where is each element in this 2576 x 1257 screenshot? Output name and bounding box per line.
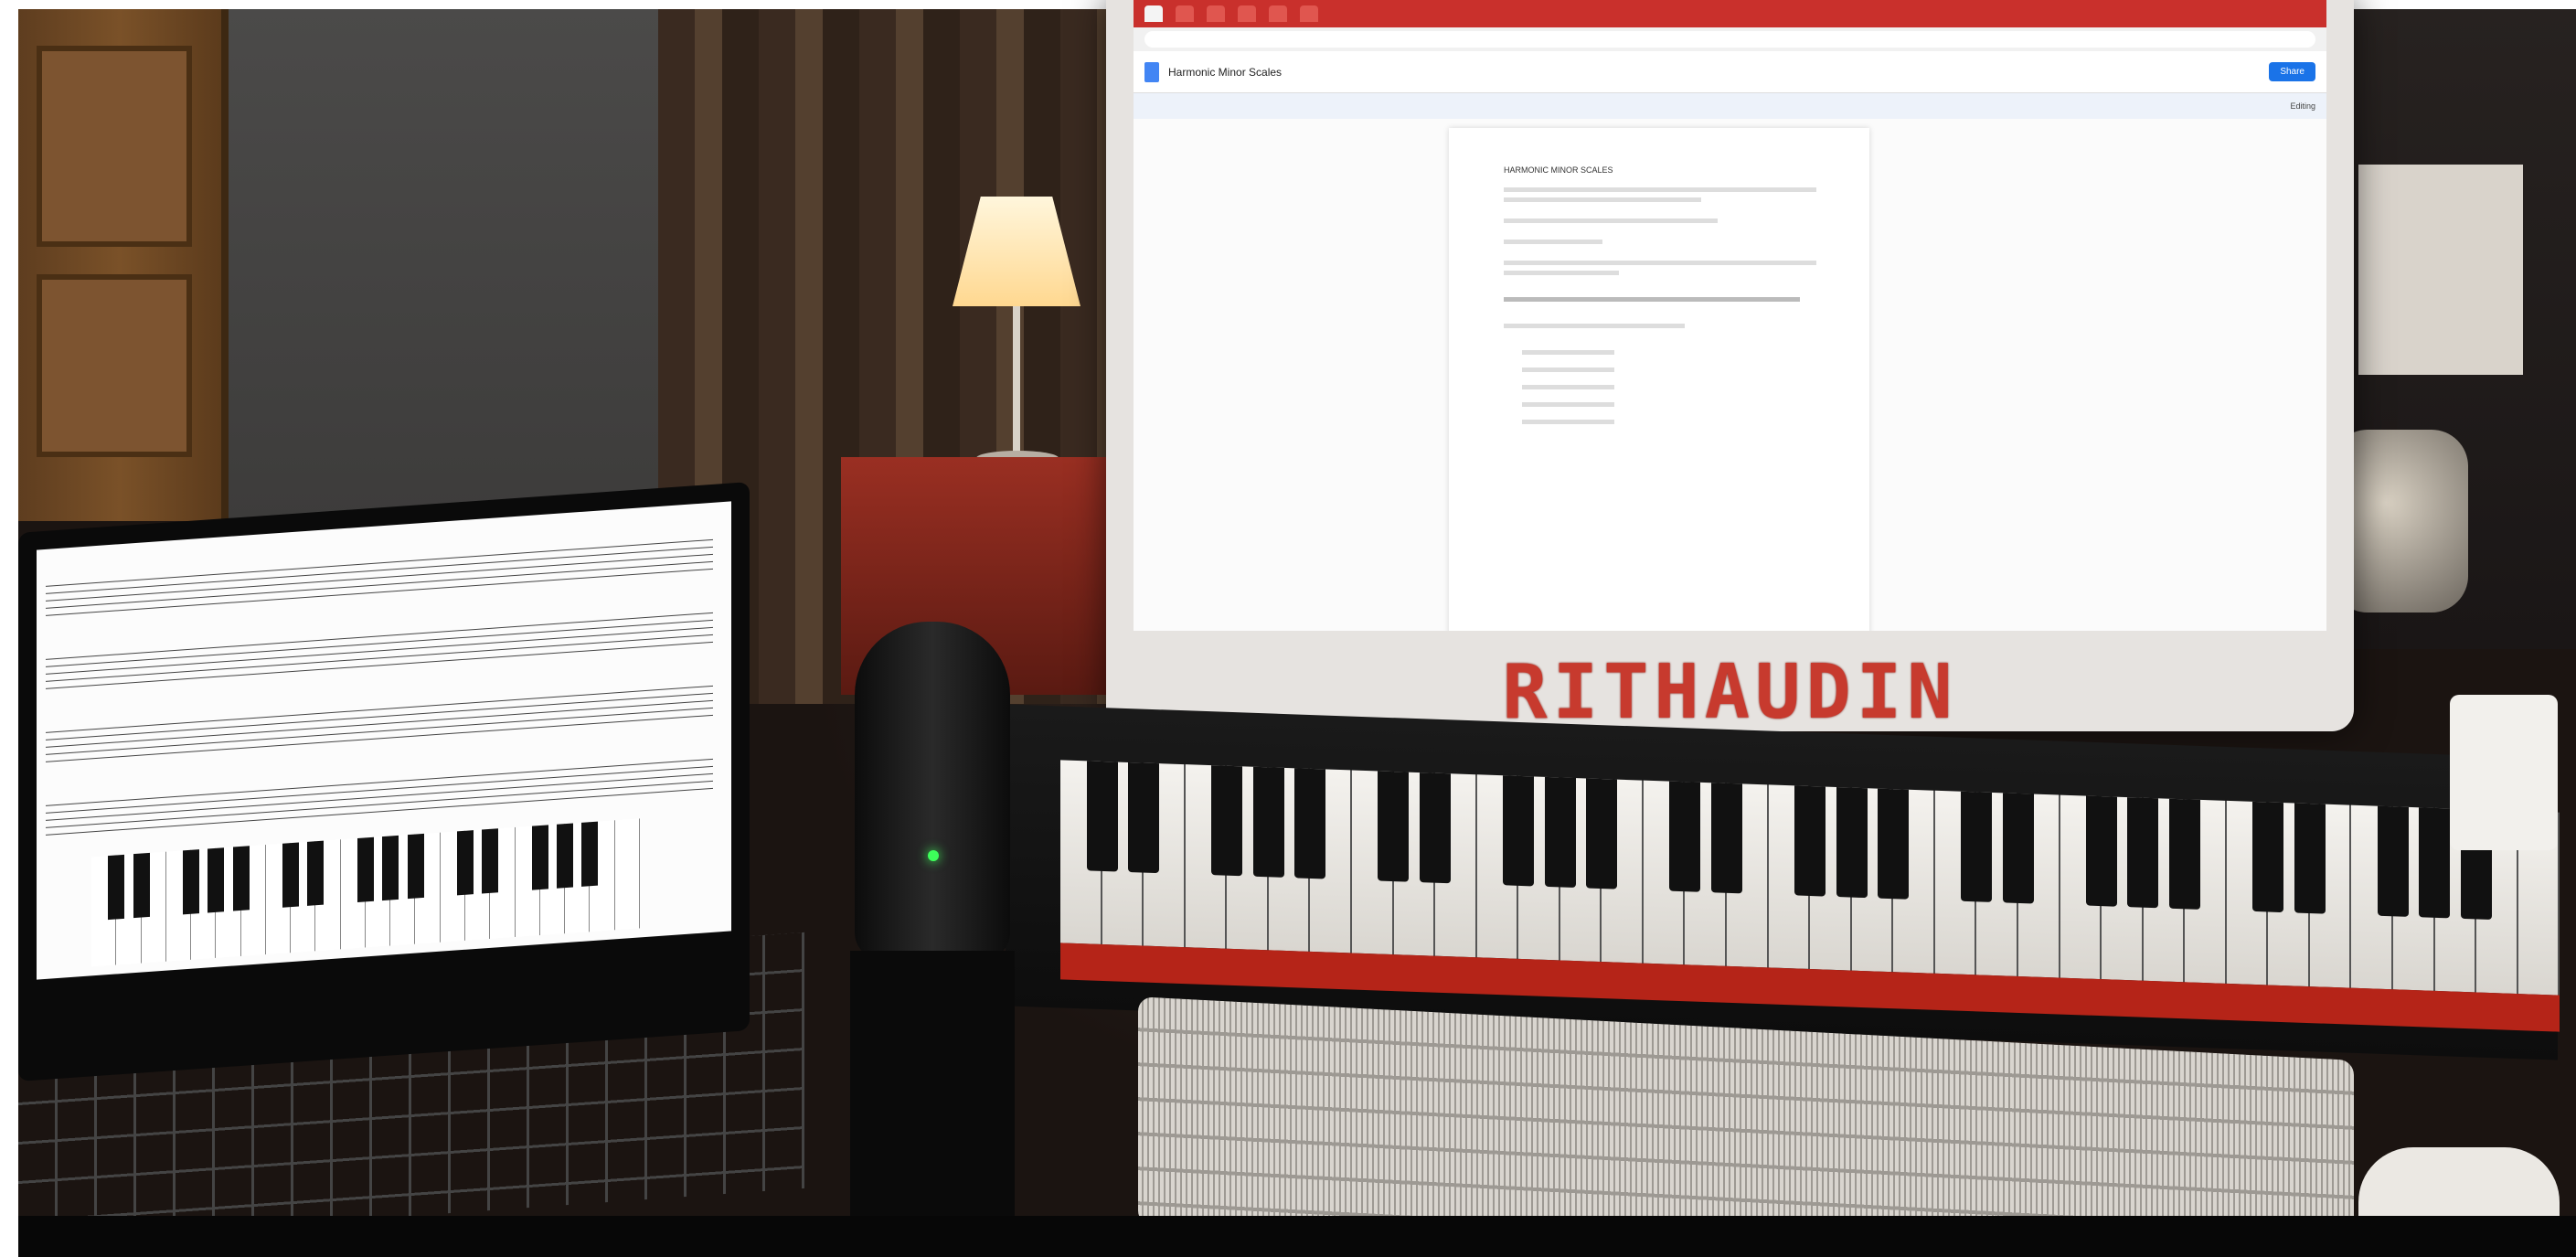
doc-text-line <box>1504 271 1619 275</box>
docs-icon[interactable] <box>1144 61 1159 82</box>
doc-title[interactable]: Harmonic Minor Scales <box>1168 66 1282 79</box>
tablet-black-key[interactable] <box>232 846 250 911</box>
tablet-black-key[interactable] <box>357 836 374 903</box>
docs-toolbar: Editing <box>1134 93 2326 119</box>
tablet-black-key[interactable] <box>482 828 499 894</box>
browser-tab[interactable] <box>1144 5 1163 22</box>
tablet-black-key[interactable] <box>208 847 225 913</box>
black-key <box>1211 765 1243 877</box>
microphone-led <box>928 850 939 861</box>
address-bar-row <box>1134 27 2326 51</box>
black-key <box>1503 775 1535 887</box>
tablet-black-key[interactable] <box>457 830 474 896</box>
browser-tab[interactable] <box>1176 5 1194 22</box>
microphone-stand <box>850 951 1015 1257</box>
browser-tab[interactable] <box>1238 5 1256 22</box>
black-key <box>1878 788 1910 900</box>
doc-heading: HARMONIC MINOR SCALES <box>1504 165 1613 175</box>
doc-list-item <box>1522 368 1614 372</box>
black-key <box>2377 805 2409 917</box>
tablet-black-key[interactable] <box>282 842 300 908</box>
tablet-white-key[interactable] <box>614 818 640 931</box>
black-key <box>1710 783 1742 894</box>
tablet-screen <box>37 501 731 980</box>
black-key <box>2127 797 2159 909</box>
wall <box>229 9 658 521</box>
black-key <box>1794 785 1826 897</box>
black-key <box>2002 793 2034 904</box>
microphone <box>855 622 1010 960</box>
black-key <box>2085 795 2117 907</box>
doc-text-line <box>1504 297 1800 302</box>
desk-shadow <box>18 1216 2576 1257</box>
black-key <box>1086 761 1118 872</box>
black-key <box>1420 772 1451 884</box>
black-key <box>2294 803 2326 914</box>
browser-tab[interactable] <box>1269 5 1287 22</box>
doc-page: HARMONIC MINOR SCALES <box>1449 128 1869 631</box>
black-key <box>1128 762 1160 874</box>
browser-tab[interactable] <box>1207 5 1225 22</box>
black-key <box>2419 807 2451 919</box>
black-key <box>1252 766 1284 878</box>
door-panel <box>37 46 192 247</box>
black-key <box>2252 801 2284 913</box>
black-key <box>1669 781 1701 892</box>
tablet-black-key[interactable] <box>108 854 125 921</box>
doc-text-line <box>1504 324 1685 328</box>
doc-text-line <box>1504 187 1816 192</box>
lamp-stem <box>1013 306 1020 457</box>
doc-text-line <box>1504 197 1701 202</box>
door-panel <box>37 274 192 457</box>
black-key <box>1836 786 1868 899</box>
tablet-black-key[interactable] <box>581 821 599 887</box>
tablet-black-key[interactable] <box>382 835 399 901</box>
doc-text-line <box>1504 218 1718 223</box>
browser-tab[interactable] <box>1300 5 1318 22</box>
black-key <box>1544 776 1576 889</box>
black-key <box>2169 798 2200 910</box>
tablet-black-key[interactable] <box>531 825 548 890</box>
doc-list-item <box>1522 420 1614 424</box>
tablet-black-key[interactable] <box>183 849 200 915</box>
tablet-black-key[interactable] <box>133 852 150 919</box>
tablet-black-key[interactable] <box>407 833 424 900</box>
tablet-black-key[interactable] <box>307 840 325 906</box>
power-adapter <box>2450 695 2558 850</box>
docs-header: Harmonic Minor Scales Share <box>1134 51 2326 93</box>
doc-list-item <box>1522 402 1614 407</box>
shelf <box>2358 165 2523 375</box>
black-key <box>1378 771 1410 882</box>
black-key <box>1294 768 1326 879</box>
tablet <box>18 482 750 1081</box>
doc-list-item <box>1522 350 1614 355</box>
tablet-black-key[interactable] <box>557 823 574 889</box>
doc-list-item <box>1522 385 1614 389</box>
share-button[interactable]: Share <box>2269 62 2315 81</box>
doc-text-line <box>1504 261 1816 265</box>
address-bar[interactable] <box>1144 31 2315 48</box>
door <box>18 9 229 521</box>
edit-mode-label[interactable]: Editing <box>2290 101 2315 111</box>
doc-text-line <box>1504 240 1602 244</box>
black-key <box>1586 778 1618 889</box>
browser-tab-bar <box>1134 0 2326 27</box>
black-key <box>1961 791 1993 902</box>
monitor-screen: Harmonic Minor Scales Share Editing HARM… <box>1134 0 2326 631</box>
monitor: Harmonic Minor Scales Share Editing HARM… <box>1106 0 2354 736</box>
